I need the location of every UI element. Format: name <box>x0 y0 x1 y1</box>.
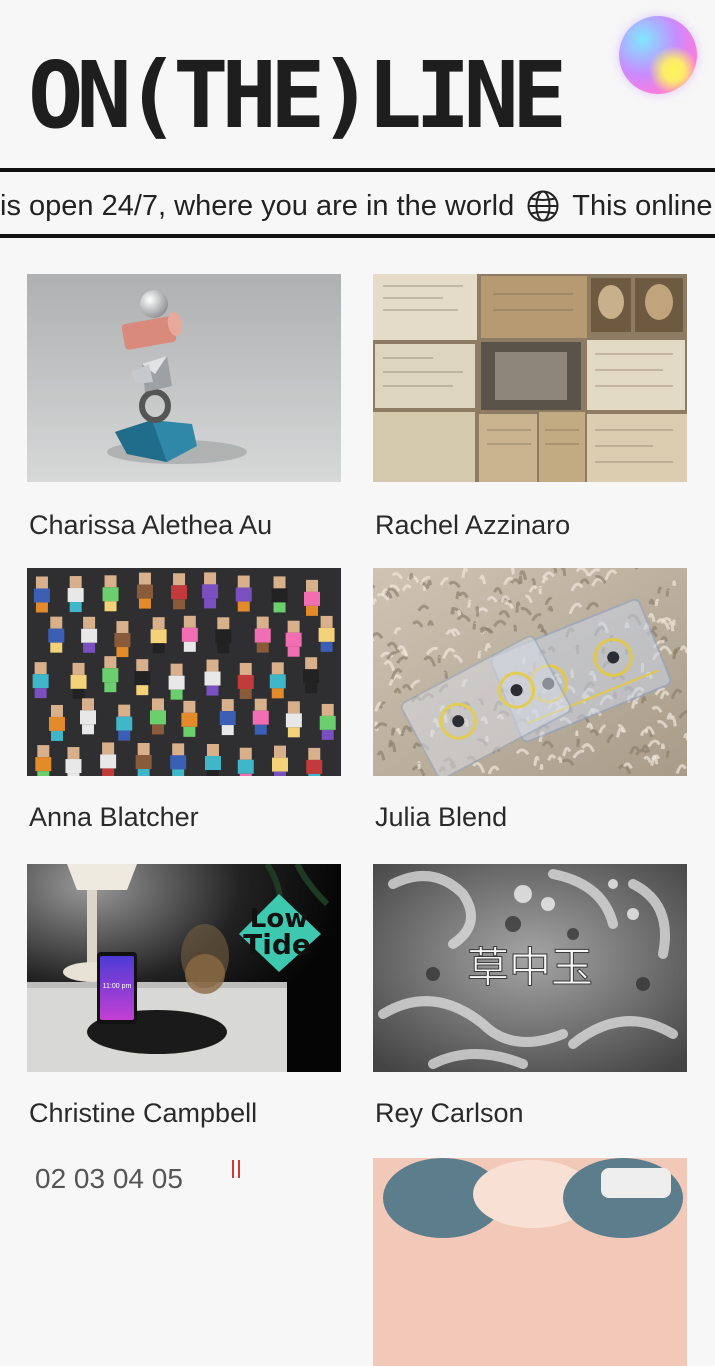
artist-thumbnail[interactable] <box>27 274 341 482</box>
ticker-text-after: This online <box>572 190 713 222</box>
artist-card[interactable]: Anna Blatcher <box>27 568 341 834</box>
artist-thumbnail[interactable] <box>373 274 687 482</box>
artist-thumbnail[interactable] <box>373 1158 687 1366</box>
ticker-text-before: is open 24/7, where you are in the world <box>0 190 515 222</box>
artist-thumbnail[interactable] <box>373 568 687 776</box>
gradient-orb-icon[interactable] <box>619 16 697 94</box>
artist-name[interactable]: Christine Campbell <box>27 1096 341 1130</box>
scrolling-ticker: is open 24/7, where you are in the world… <box>0 168 715 238</box>
artist-name[interactable]: Rachel Azzinaro <box>373 508 687 542</box>
site-logo[interactable]: ON(THE)LINE <box>28 48 567 144</box>
artist-name[interactable]: Anna Blatcher <box>27 800 341 834</box>
site-header: ON(THE)LINE <box>0 0 715 168</box>
artist-card[interactable]: Rachel Azzinaro <box>373 274 687 542</box>
artist-card[interactable]: Julia Blend <box>373 568 687 834</box>
artist-thumbnail[interactable]: 02 03 04 05 <box>27 1158 341 1366</box>
artist-thumbnail[interactable] <box>27 568 341 776</box>
artist-card[interactable]: 02 03 04 05 <box>27 1158 341 1366</box>
artist-name[interactable]: Julia Blend <box>373 800 687 834</box>
artist-card[interactable]: 11:00 pm Low Tide Christine Campbell <box>27 864 341 1130</box>
artist-name[interactable]: Rey Carlson <box>373 1096 687 1130</box>
artist-thumbnail[interactable]: 11:00 pm Low Tide <box>27 864 341 1072</box>
lowtide-line2: Tide <box>243 928 311 961</box>
rey-title-chars: 草中玉 <box>467 943 593 992</box>
artist-card[interactable]: 草中玉 Rey Carlson <box>373 864 687 1130</box>
artist-name[interactable]: Charissa Alethea Au <box>27 508 341 542</box>
calendar-numbers: 02 03 04 05 <box>35 1163 183 1194</box>
phone-time: 11:00 pm <box>103 983 132 990</box>
artist-card[interactable]: Charissa Alethea Au <box>27 274 341 542</box>
artist-thumbnail[interactable]: 草中玉 <box>373 864 687 1072</box>
ticker-track: is open 24/7, where you are in the world… <box>0 189 713 223</box>
artist-card[interactable] <box>373 1158 687 1366</box>
globe-icon <box>526 189 560 223</box>
